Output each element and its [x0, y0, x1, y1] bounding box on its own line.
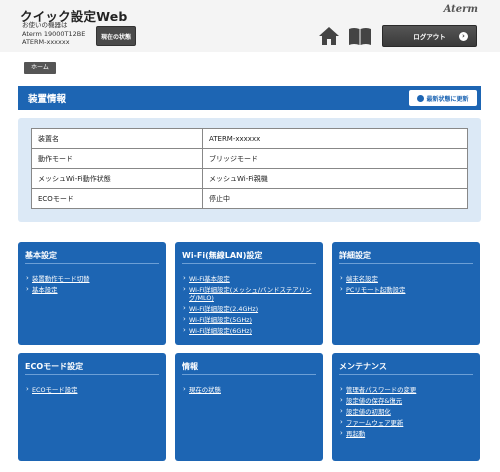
row-label: ECOモード: [31, 188, 203, 209]
menu-link[interactable]: 現在の状態: [183, 385, 315, 394]
menu-link[interactable]: 端末名設定: [340, 274, 472, 283]
row-value: ATERM-xxxxxx: [202, 128, 468, 149]
menu-link[interactable]: 再起動: [340, 429, 472, 438]
device-name: ATERM-xxxxxx: [22, 38, 70, 47]
card-divider: [339, 374, 473, 375]
device-model: Aterm 19000T12BE: [22, 29, 86, 38]
menu-link[interactable]: 装置動作モード切替: [26, 274, 158, 283]
table-row: 装置名 ATERM-xxxxxx: [31, 128, 468, 149]
home-icon[interactable]: [318, 26, 340, 46]
card-title: メンテナンス: [339, 362, 387, 371]
header: クイック設定Web お使いの機器は Aterm 19000T12BE ATERM…: [0, 0, 500, 52]
row-label: メッシュWi-Fi動作状態: [31, 168, 203, 189]
section-title: 装置情報: [28, 94, 67, 105]
card-title: Wi-Fi(無線LAN)設定: [182, 251, 263, 260]
row-value: メッシュWi-Fi親機: [202, 168, 468, 189]
card-title: ECOモード設定: [25, 362, 84, 371]
card-title: 基本設定: [25, 251, 57, 260]
card-divider: [25, 263, 159, 264]
menu-link[interactable]: Wi-Fi詳細設定(6GHz): [183, 326, 315, 335]
card-maintenance: メンテナンス 管理者パスワードの変更 設定値の保存&復元 設定値の初期化 ファー…: [332, 353, 480, 461]
section-header: 装置情報 最新状態に更新: [18, 86, 481, 110]
logout-button[interactable]: ログアウト ›: [382, 25, 477, 47]
arrow-right-icon: ›: [459, 32, 468, 41]
row-label: 動作モード: [31, 148, 203, 169]
row-label: 装置名: [31, 128, 203, 149]
refresh-icon: [417, 94, 425, 102]
card-wifi-settings: Wi-Fi(無線LAN)設定 Wi-Fi基本設定 Wi-Fi詳細設定(メッシュ/…: [175, 242, 323, 345]
table-row: 動作モード ブリッジモード: [31, 148, 468, 169]
refresh-button[interactable]: 最新状態に更新: [409, 90, 477, 106]
row-value: 停止中: [202, 188, 468, 209]
table-row: メッシュWi-Fi動作状態 メッシュWi-Fi親機: [31, 168, 468, 189]
logout-label: ログアウト: [413, 33, 446, 41]
card-divider: [339, 263, 473, 264]
menu-link[interactable]: 基本設定: [26, 285, 158, 294]
row-value: ブリッジモード: [202, 148, 468, 169]
menu-link[interactable]: Wi-Fi基本設定: [183, 274, 315, 283]
card-divider: [25, 374, 159, 375]
card-advanced-settings: 詳細設定 端末名設定 PCリモート起動設定: [332, 242, 480, 345]
device-info-table: 装置名 ATERM-xxxxxx 動作モード ブリッジモード メッシュWi-Fi…: [31, 128, 468, 209]
menu-link[interactable]: Wi-Fi詳細設定(2.4GHz): [183, 304, 315, 313]
card-divider: [182, 374, 316, 375]
menu-link[interactable]: ECOモード設定: [26, 385, 158, 394]
table-row: ECOモード 停止中: [31, 188, 468, 209]
menu-link[interactable]: Wi-Fi詳細設定(メッシュ/バンドステアリング/MLO): [183, 285, 315, 302]
menu-link[interactable]: 設定値の初期化: [340, 407, 472, 416]
menu-link[interactable]: 設定値の保存&復元: [340, 396, 472, 405]
menu-link[interactable]: Wi-Fi詳細設定(5GHz): [183, 315, 315, 324]
book-icon[interactable]: [348, 26, 372, 46]
device-info: お使いの機器は Aterm 19000T12BE ATERM-xxxxxx: [22, 21, 85, 47]
card-title: 詳細設定: [339, 251, 371, 260]
device-info-panel: 装置名 ATERM-xxxxxx 動作モード ブリッジモード メッシュWi-Fi…: [18, 118, 481, 222]
refresh-label: 最新状態に更新: [426, 95, 469, 103]
menu-link[interactable]: PCリモート起動設定: [340, 285, 472, 294]
current-status-button[interactable]: 現在の状態: [96, 26, 136, 46]
card-basic-settings: 基本設定 装置動作モード切替 基本設定: [18, 242, 166, 345]
menu-link[interactable]: 管理者パスワードの変更: [340, 385, 472, 394]
card-information: 情報 現在の状態: [175, 353, 323, 461]
breadcrumb-home[interactable]: ホーム: [24, 62, 56, 74]
brand-logo: Aterm: [443, 4, 478, 15]
card-title: 情報: [182, 362, 198, 371]
card-divider: [182, 263, 316, 264]
menu-link[interactable]: ファームウェア更新: [340, 418, 472, 427]
device-info-line: お使いの機器は: [22, 21, 68, 29]
card-eco-mode: ECOモード設定 ECOモード設定: [18, 353, 166, 461]
